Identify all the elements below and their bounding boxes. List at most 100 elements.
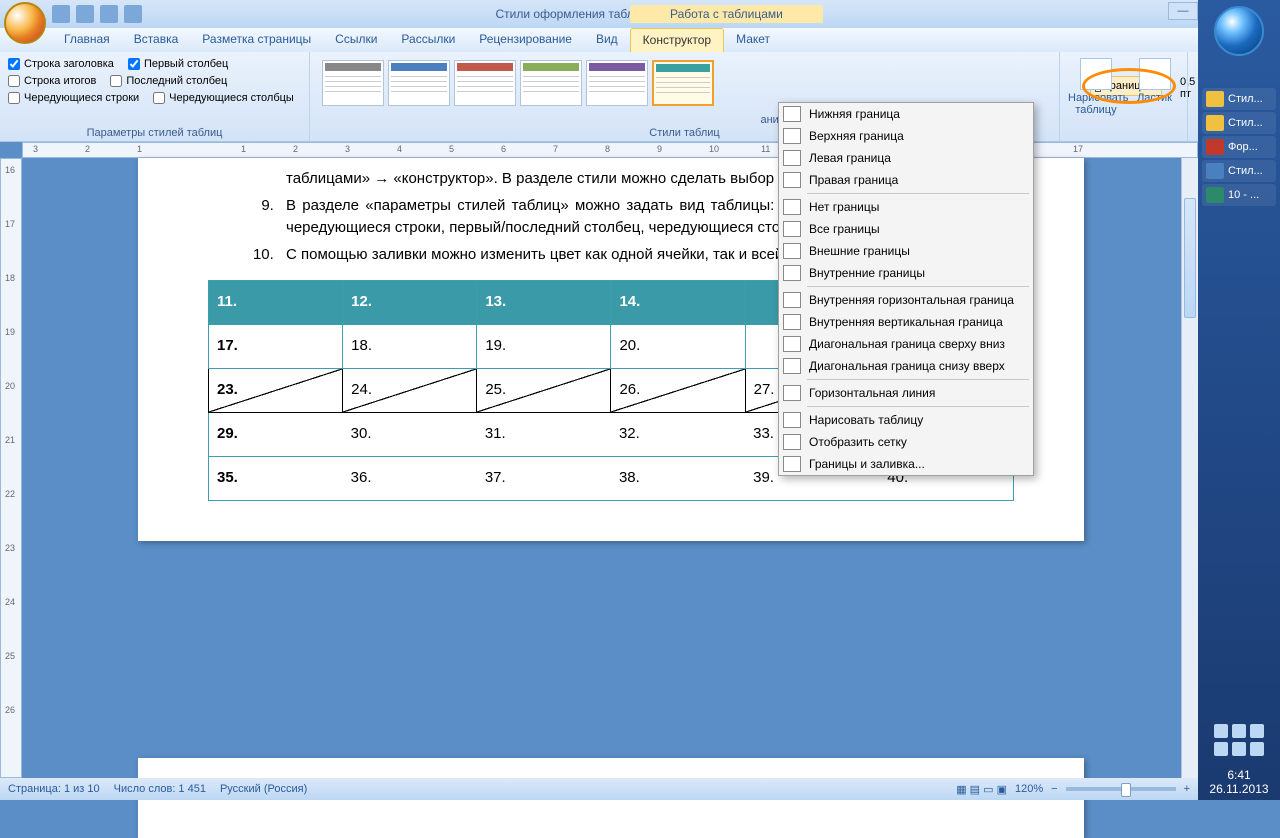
border-type-icon	[783, 128, 801, 144]
minimize-button[interactable]: —	[1168, 2, 1198, 20]
table-cell[interactable]: 19.	[477, 325, 611, 369]
table-cell[interactable]: 29.	[209, 413, 343, 457]
tab-pagelayout[interactable]: Разметка страницы	[190, 28, 323, 52]
table-cell[interactable]: 32.	[611, 413, 745, 457]
taskbar-item[interactable]: Стил...	[1202, 160, 1276, 182]
border-menu-item[interactable]: Отобразить сетку	[779, 431, 1033, 453]
border-menu-item[interactable]: Левая граница	[779, 147, 1033, 169]
office-button[interactable]	[4, 2, 46, 44]
table-cell[interactable]: 26.	[611, 369, 745, 413]
chk-banded-rows[interactable]: Чередующиеся строки	[8, 92, 139, 104]
table-cell[interactable]: 17.	[209, 325, 343, 369]
table-cell[interactable]: 13.	[477, 281, 611, 325]
vertical-scrollbar[interactable]	[1181, 158, 1198, 778]
border-menu-item[interactable]: Внутренняя горизонтальная граница	[779, 289, 1033, 311]
table-cell[interactable]: 12.	[343, 281, 477, 325]
border-type-icon	[783, 385, 801, 401]
eraser-button[interactable]: Ластик	[1130, 58, 1179, 116]
vertical-ruler[interactable]: 1617181920212223242526	[0, 158, 22, 778]
border-menu-item[interactable]: Диагональная граница снизу вверх	[779, 355, 1033, 377]
border-menu-item[interactable]: Все границы	[779, 218, 1033, 240]
table-cell[interactable]: 25.	[477, 369, 611, 413]
border-menu-item[interactable]: Нет границы	[779, 196, 1033, 218]
tab-review[interactable]: Рецензирование	[467, 28, 584, 52]
start-button[interactable]	[1214, 6, 1264, 56]
style-thumb[interactable]	[454, 60, 516, 106]
border-type-icon	[783, 292, 801, 308]
chk-first-col[interactable]: Первый столбец	[128, 58, 228, 70]
style-thumb[interactable]	[520, 60, 582, 106]
chk-last-col[interactable]: Последний столбец	[110, 75, 227, 87]
table-cell[interactable]: 24.	[343, 369, 477, 413]
tab-insert[interactable]: Вставка	[122, 28, 191, 52]
border-type-icon	[783, 358, 801, 374]
system-tray[interactable]	[1198, 724, 1280, 756]
table-cell[interactable]: 30.	[343, 413, 477, 457]
taskbar-item[interactable]: Стил...	[1202, 88, 1276, 110]
view-buttons[interactable]: ▦ ▤ ▭ ▣	[956, 783, 1007, 796]
chk-header-row[interactable]: Строка заголовка	[8, 58, 114, 70]
tab-layout[interactable]: Макет	[724, 28, 782, 52]
status-lang[interactable]: Русский (Россия)	[220, 783, 307, 795]
zoom-slider[interactable]	[1066, 787, 1176, 791]
border-type-icon	[783, 199, 801, 215]
borders-dropdown: Нижняя границаВерхняя границаЛевая грани…	[778, 102, 1034, 476]
tab-view[interactable]: Вид	[584, 28, 630, 52]
table-cell[interactable]: 31.	[477, 413, 611, 457]
border-menu-item[interactable]: Внешние границы	[779, 240, 1033, 262]
border-menu-item[interactable]: Правая граница	[779, 169, 1033, 191]
status-page[interactable]: Страница: 1 из 10	[8, 783, 100, 795]
taskbar-item[interactable]: Стил...	[1202, 112, 1276, 134]
border-menu-item[interactable]: Верхняя граница	[779, 125, 1033, 147]
table-cell[interactable]: 35.	[209, 457, 343, 501]
draw-table-button[interactable]: Нарисовать таблицу	[1068, 58, 1124, 116]
tab-design[interactable]: Конструктор	[630, 28, 724, 52]
style-thumb-selected[interactable]	[652, 60, 714, 106]
border-menu-item[interactable]: Горизонтальная линия	[779, 382, 1033, 404]
ribbon-tabs: Главная Вставка Разметка страницы Ссылки…	[0, 28, 1280, 52]
border-menu-item[interactable]: Нижняя граница	[779, 103, 1033, 125]
table-cell[interactable]: 38.	[611, 457, 745, 501]
table-cell[interactable]: 14.	[611, 281, 745, 325]
eraser-icon	[1139, 58, 1171, 90]
border-menu-item[interactable]: Диагональная граница сверху вниз	[779, 333, 1033, 355]
ribbon-body: Строка заголовка Первый столбец Строка и…	[0, 52, 1280, 142]
table-cell[interactable]: 18.	[343, 325, 477, 369]
taskbar-item[interactable]: Фор...	[1202, 136, 1276, 158]
scroll-thumb[interactable]	[1184, 198, 1196, 318]
table-cell[interactable]: 23.	[209, 369, 343, 413]
border-menu-item[interactable]: Нарисовать таблицу	[779, 409, 1033, 431]
title-bar: Стили оформления таблиц в ворде - Micros…	[0, 0, 1280, 28]
border-type-icon	[783, 150, 801, 166]
style-thumb[interactable]	[388, 60, 450, 106]
table-cell[interactable]: 37.	[477, 457, 611, 501]
table-cell[interactable]: 20.	[611, 325, 745, 369]
style-thumb[interactable]	[586, 60, 648, 106]
border-type-icon	[783, 314, 801, 330]
chk-total-row[interactable]: Строка итогов	[8, 75, 96, 87]
style-thumb[interactable]	[322, 60, 384, 106]
clock[interactable]: 6:4126.11.2013	[1198, 768, 1280, 796]
table-cell[interactable]: 36.	[343, 457, 477, 501]
border-menu-item[interactable]: Внутренняя вертикальная граница	[779, 311, 1033, 333]
chk-banded-cols[interactable]: Чередующиеся столбцы	[153, 92, 294, 104]
table-tools-contextual: Работа с таблицами	[630, 5, 823, 23]
border-menu-item[interactable]: Внутренние границы	[779, 262, 1033, 284]
table-cell[interactable]: 11.	[209, 281, 343, 325]
zoom-value[interactable]: 120%	[1015, 783, 1043, 795]
border-type-icon	[783, 172, 801, 188]
border-type-icon	[783, 106, 801, 122]
tab-references[interactable]: Ссылки	[323, 28, 389, 52]
border-type-icon	[783, 456, 801, 472]
tab-home[interactable]: Главная	[52, 28, 122, 52]
border-menu-item[interactable]: Границы и заливка...	[779, 453, 1033, 475]
border-type-icon	[783, 434, 801, 450]
status-words[interactable]: Число слов: 1 451	[114, 783, 206, 795]
pencil-icon	[1080, 58, 1112, 90]
taskbar-item[interactable]: 10 - ...	[1202, 184, 1276, 206]
quick-access-toolbar[interactable]	[52, 5, 142, 23]
tab-mailings[interactable]: Рассылки	[389, 28, 467, 52]
windows-taskbar: Стил... Стил... Фор... Стил... 10 - ... …	[1198, 0, 1280, 800]
border-type-icon	[783, 265, 801, 281]
group-label-tablestyleoptions: Параметры стилей таблиц	[0, 127, 309, 139]
